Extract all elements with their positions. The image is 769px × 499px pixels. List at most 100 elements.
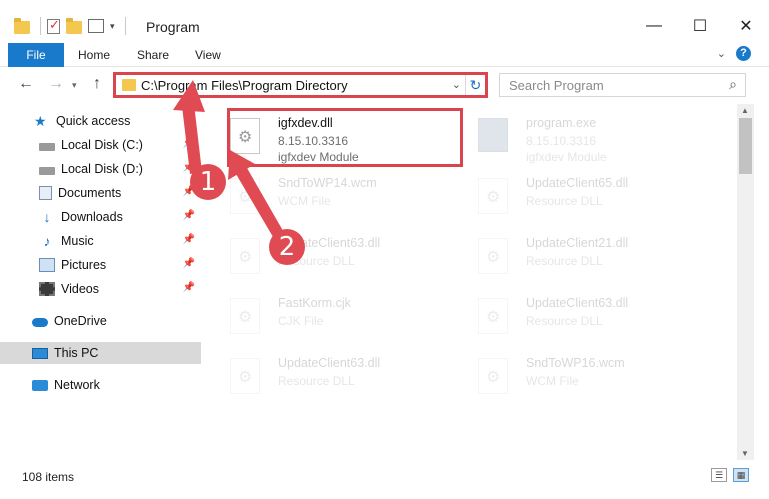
checklist-icon[interactable]	[47, 17, 60, 34]
file-item[interactable]: UpdateClient65.dll Resource DLL	[454, 168, 694, 226]
exe-file-icon	[478, 118, 508, 152]
dll-file-icon	[230, 238, 260, 274]
tab-view[interactable]: View	[195, 43, 221, 67]
file-item[interactable]: UpdateClient63.dll Resource DLL	[206, 228, 446, 286]
help-icon[interactable]: ?	[736, 46, 751, 61]
file-item[interactable]: UpdateClient63.dll Resource DLL	[454, 288, 694, 346]
file-name: UpdateClient63.dll	[278, 356, 381, 370]
file-list: igfxdev.dll 8.15.10.3316 igfxdev Module …	[204, 104, 737, 460]
onedrive-icon	[32, 318, 48, 327]
maximize-button[interactable]: ☐	[677, 12, 723, 40]
file-type: Resource DLL	[526, 314, 603, 328]
download-icon: ↓	[43, 209, 51, 225]
sidebar-item-onedrive[interactable]: OneDrive	[0, 310, 201, 332]
toolbar-separator	[40, 17, 41, 35]
pin-icon[interactable]: 📌	[183, 210, 195, 221]
search-input[interactable]: Search Program ⌕	[499, 73, 746, 97]
recent-locations-icon[interactable]: ▾	[72, 80, 77, 91]
sidebar-item-local-disk-c[interactable]: Local Disk (C:) 📌	[0, 134, 201, 156]
window-controls: — ☐ ✕	[631, 12, 769, 40]
refresh-icon[interactable]: ↻	[465, 75, 485, 95]
callout-step-2: 2	[269, 229, 305, 265]
documents-icon	[39, 186, 52, 200]
dll-file-icon	[230, 358, 260, 394]
sidebar-item-this-pc[interactable]: This PC	[0, 342, 201, 364]
sidebar-item-label: Videos	[61, 282, 99, 296]
file-name: SndToWP14.wcm	[278, 176, 377, 190]
title-bar: ▾ Program — ☐ ✕	[0, 0, 769, 40]
scroll-up-icon[interactable]: ▲	[741, 106, 749, 115]
tab-file[interactable]: File	[8, 43, 64, 67]
sidebar-item-label: Quick access	[56, 114, 131, 128]
file-item[interactable]: SndToWP14.wcm WCM File	[206, 168, 446, 226]
folder-icon	[122, 79, 136, 91]
file-item-program-exe[interactable]: program.exe 8.15.10.3316 igfxdev Module	[454, 108, 694, 166]
dll-file-icon	[230, 118, 260, 154]
file-name: SndToWP16.wcm	[526, 356, 625, 370]
sidebar-item-label: Downloads	[61, 210, 123, 224]
sidebar-item-quick-access[interactable]: ★ Quick access	[0, 110, 201, 132]
navigation-pane: ★ Quick access Local Disk (C:) 📌 Local D…	[0, 104, 203, 460]
this-pc-icon	[32, 347, 48, 359]
back-arrow-icon[interactable]: ←	[18, 75, 34, 93]
scroll-thumb[interactable]	[739, 118, 752, 174]
sidebar-item-network[interactable]: Network	[0, 374, 201, 396]
quick-access-toolbar: ▾	[14, 16, 126, 36]
videos-icon	[39, 282, 55, 296]
file-name: FastKorm.cjk	[278, 296, 351, 310]
up-arrow-icon[interactable]: ↑	[93, 75, 101, 93]
file-description: igfxdev Module	[278, 150, 359, 164]
pin-icon[interactable]: 📌	[183, 138, 195, 149]
dll-file-icon	[478, 178, 508, 214]
dll-file-icon	[478, 238, 508, 274]
address-bar[interactable]: C:\Program Files\Program Directory ⌄ ↻	[113, 72, 488, 98]
pin-icon[interactable]: 📌	[183, 258, 195, 269]
folder-icon[interactable]	[14, 18, 30, 34]
sidebar-item-videos[interactable]: Videos 📌	[0, 278, 201, 300]
vertical-scrollbar[interactable]: ▲ ▼	[737, 104, 754, 460]
new-folder-icon[interactable]	[66, 18, 82, 34]
ribbon-tabs: File Home Share View ⌄ ?	[0, 43, 769, 67]
sidebar-item-music[interactable]: ♪ Music 📌	[0, 230, 201, 252]
minimize-button[interactable]: —	[631, 12, 677, 40]
close-button[interactable]: ✕	[723, 12, 769, 40]
search-icon[interactable]: ⌕	[729, 76, 737, 93]
pictures-icon	[39, 258, 55, 272]
sidebar-item-label: OneDrive	[54, 314, 107, 328]
file-name: igfxdev.dll	[278, 116, 333, 130]
file-name: UpdateClient21.dll	[526, 236, 629, 250]
forward-arrow-icon[interactable]: →	[48, 75, 64, 93]
file-type: Resource DLL	[526, 194, 603, 208]
file-version: 8.15.10.3316	[278, 134, 349, 148]
file-type: Resource DLL	[526, 254, 603, 268]
sidebar-item-label: Local Disk (D:)	[61, 162, 143, 176]
pin-icon[interactable]: 📌	[183, 282, 195, 293]
tab-share[interactable]: Share	[137, 43, 169, 67]
file-item[interactable]: UpdateClient63.dll Resource DLL	[206, 348, 446, 406]
sidebar-item-documents[interactable]: Documents 📌	[0, 182, 201, 204]
pin-icon[interactable]: 📌	[183, 234, 195, 245]
chevron-down-icon[interactable]: ⌄	[452, 78, 461, 91]
chevron-down-icon[interactable]: ▾	[110, 21, 115, 32]
tab-home[interactable]: Home	[78, 43, 110, 67]
expand-ribbon-icon[interactable]: ⌄	[717, 47, 726, 60]
file-icon	[478, 358, 508, 394]
details-view-icon[interactable]: ☰	[711, 468, 727, 482]
sidebar-item-pictures[interactable]: Pictures 📌	[0, 254, 201, 276]
file-item[interactable]: FastKorm.cjk CJK File	[206, 288, 446, 346]
search-placeholder: Search Program	[509, 78, 604, 93]
tiles-view-icon[interactable]: ▦	[733, 468, 749, 482]
status-bar: 108 items ☰ ▦	[0, 462, 769, 488]
file-type: WCM File	[526, 374, 579, 388]
properties-icon[interactable]	[88, 19, 104, 33]
file-description: igfxdev Module	[526, 150, 607, 164]
dll-file-icon	[478, 298, 508, 334]
file-item[interactable]: SndToWP16.wcm WCM File	[454, 348, 694, 406]
file-item[interactable]: UpdateClient21.dll Resource DLL	[454, 228, 694, 286]
file-item-igfxdev-dll[interactable]: igfxdev.dll 8.15.10.3316 igfxdev Module	[206, 108, 446, 166]
address-path[interactable]: C:\Program Files\Program Directory	[141, 78, 348, 93]
navigation-bar: ← → ▾ ↑ C:\Program Files\Program Directo…	[0, 70, 769, 100]
sidebar-item-downloads[interactable]: ↓ Downloads 📌	[0, 206, 201, 228]
sidebar-item-local-disk-d[interactable]: Local Disk (D:) 📌	[0, 158, 201, 180]
scroll-down-icon[interactable]: ▼	[741, 449, 749, 458]
